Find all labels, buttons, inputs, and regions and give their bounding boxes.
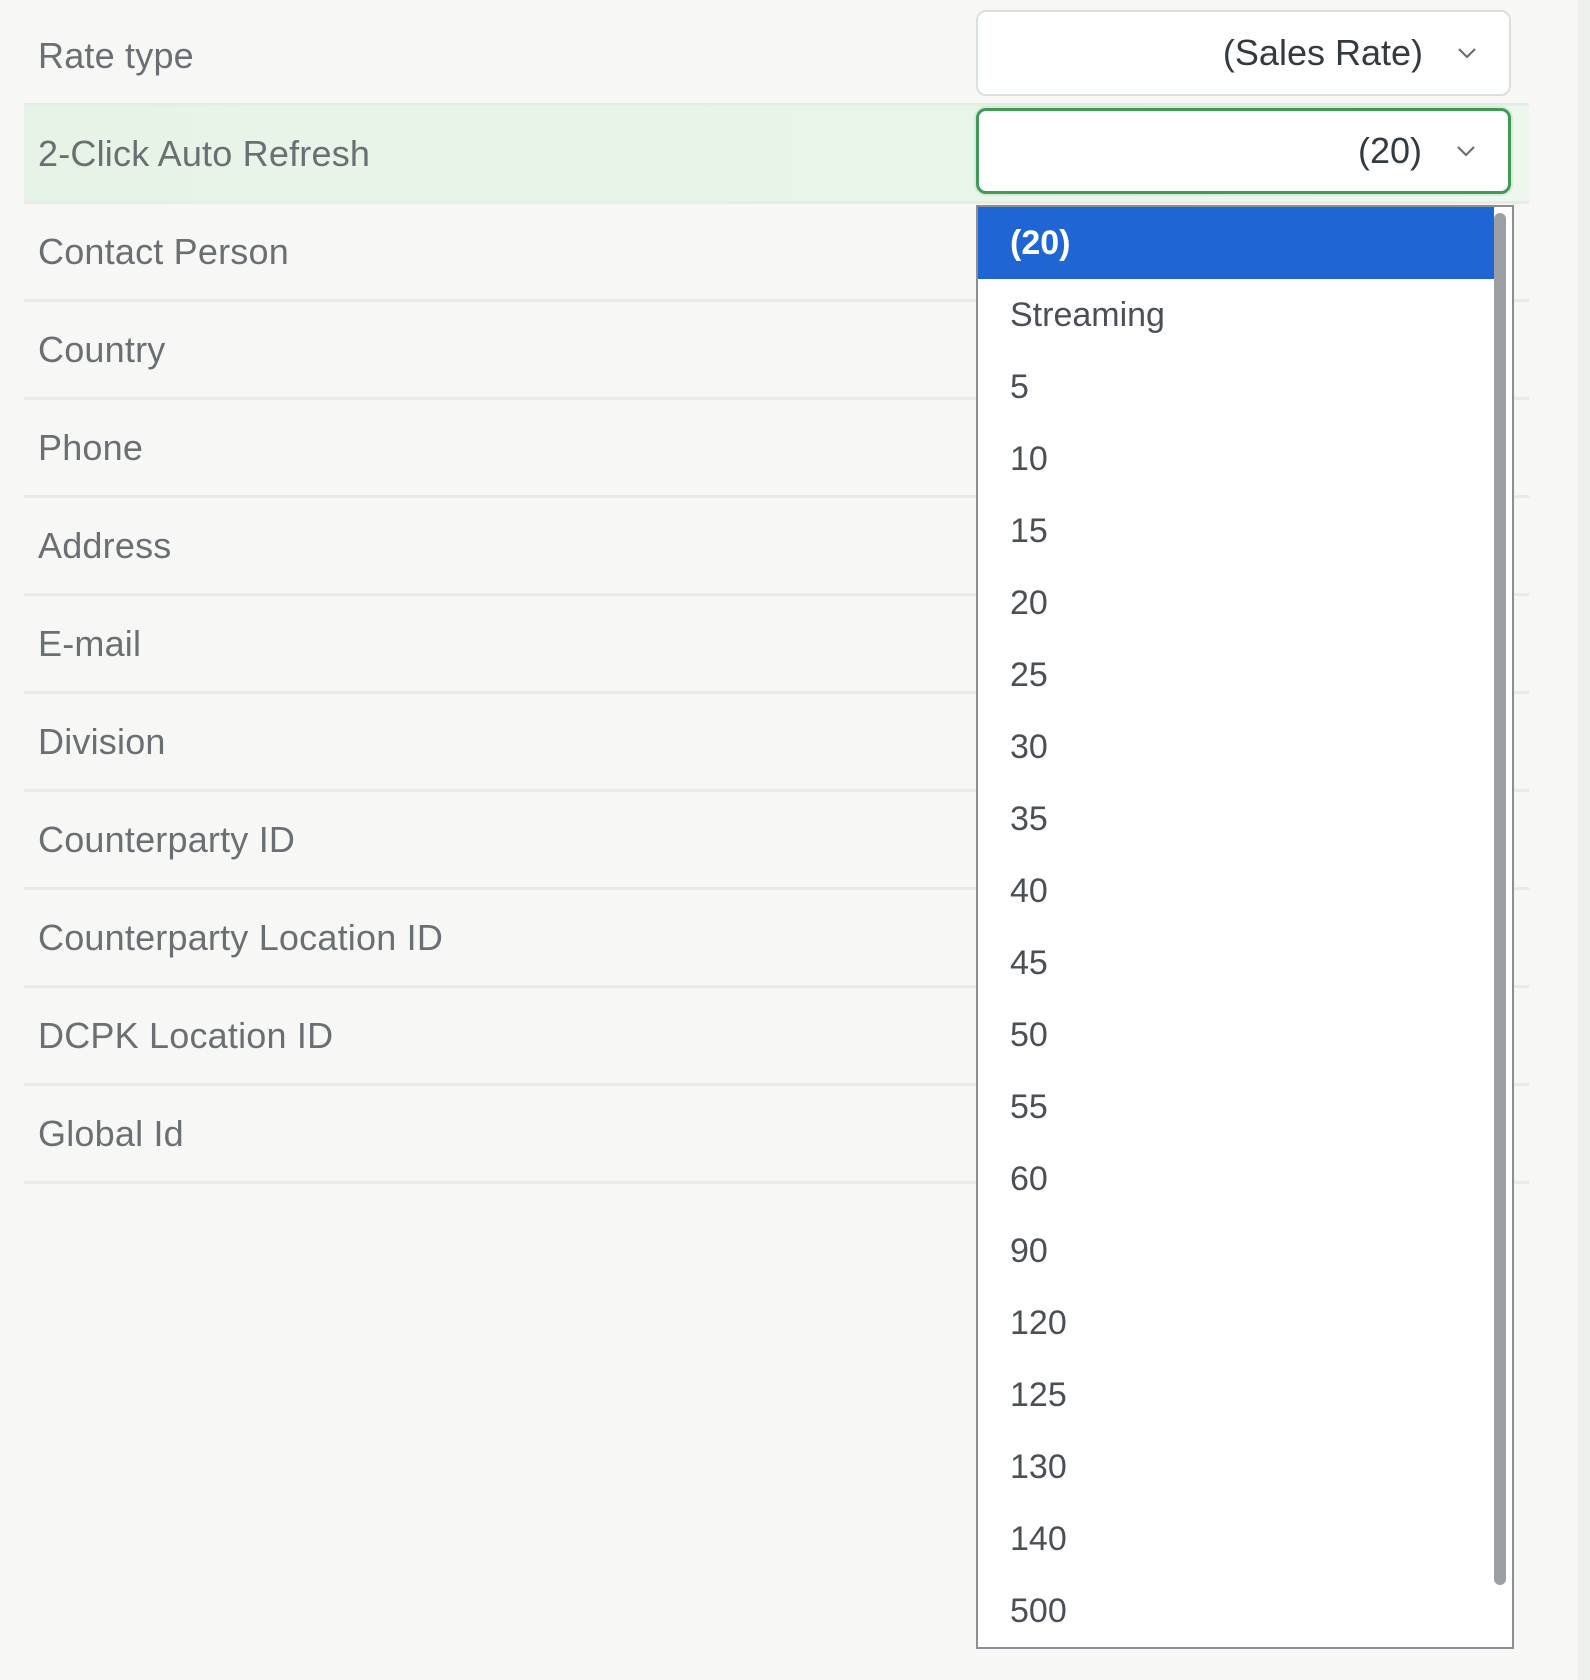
dropdown-option[interactable]: 500 <box>978 1575 1494 1647</box>
settings-panel: Rate type (Sales Rate) 2-Click Auto Refr… <box>0 0 1590 1680</box>
address-label: Address <box>38 524 172 566</box>
dropdown-option[interactable]: 10 <box>978 423 1494 495</box>
dropdown-options: (20) Streaming 5 10 15 20 25 30 35 40 45… <box>978 207 1494 1647</box>
rate-type-select[interactable]: (Sales Rate) <box>976 10 1511 96</box>
email-label: E-mail <box>38 622 142 664</box>
rate-type-label: Rate type <box>38 34 194 76</box>
dropdown-option[interactable]: 90 <box>978 1215 1494 1287</box>
chevron-down-icon <box>1458 48 1476 59</box>
dropdown-option-selected[interactable]: (20) <box>978 207 1494 279</box>
auto-refresh-label: 2-Click Auto Refresh <box>38 132 371 174</box>
auto-refresh-value: (20) <box>1357 130 1422 171</box>
auto-refresh-dropdown-list[interactable]: (20) Streaming 5 10 15 20 25 30 35 40 45… <box>976 205 1514 1649</box>
row-auto-refresh: 2-Click Auto Refresh (20) <box>24 106 1529 204</box>
global-id-label: Global Id <box>38 1112 184 1154</box>
dropdown-option[interactable]: 140 <box>978 1503 1494 1575</box>
contact-person-label: Contact Person <box>38 230 289 272</box>
dropdown-option[interactable]: 125 <box>978 1359 1494 1431</box>
dropdown-option[interactable]: 60 <box>978 1143 1494 1215</box>
dropdown-option[interactable]: Streaming <box>978 279 1494 351</box>
dropdown-option[interactable]: 55 <box>978 1071 1494 1143</box>
dropdown-option[interactable]: 15 <box>978 495 1494 567</box>
auto-refresh-select[interactable]: (20) <box>976 108 1511 194</box>
division-label: Division <box>38 720 166 762</box>
dcpk-location-id-label: DCPK Location ID <box>38 1014 334 1056</box>
dropdown-option[interactable]: 45 <box>978 927 1494 999</box>
dropdown-option[interactable]: 40 <box>978 855 1494 927</box>
dropdown-option[interactable]: 25 <box>978 639 1494 711</box>
counterparty-location-id-label: Counterparty Location ID <box>38 916 444 958</box>
chevron-down-icon <box>1457 146 1475 157</box>
dropdown-option[interactable]: 50 <box>978 999 1494 1071</box>
dropdown-option[interactable]: 120 <box>978 1287 1494 1359</box>
dropdown-option[interactable]: 30 <box>978 711 1494 783</box>
right-edge-divider <box>1578 0 1590 1680</box>
phone-label: Phone <box>38 426 144 468</box>
rate-type-value: (Sales Rate) <box>1222 32 1423 73</box>
counterparty-id-label: Counterparty ID <box>38 818 296 860</box>
dropdown-scrollbar[interactable] <box>1494 213 1506 1585</box>
dropdown-option[interactable]: 35 <box>978 783 1494 855</box>
dropdown-option[interactable]: 20 <box>978 567 1494 639</box>
dropdown-option[interactable]: 5 <box>978 351 1494 423</box>
dropdown-option[interactable]: 130 <box>978 1431 1494 1503</box>
row-rate-type: Rate type (Sales Rate) <box>24 8 1529 106</box>
country-label: Country <box>38 328 166 370</box>
